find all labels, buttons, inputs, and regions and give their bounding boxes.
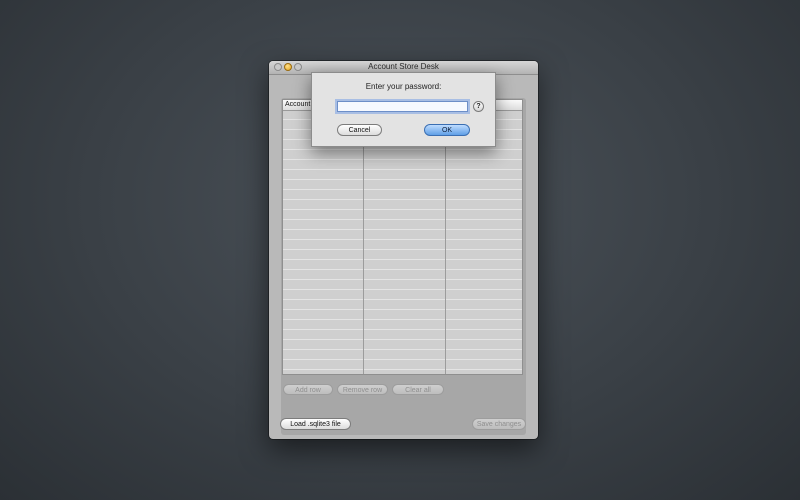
- password-field[interactable]: [337, 101, 468, 112]
- column-header-account[interactable]: Account: [285, 101, 310, 108]
- password-prompt: Enter your password:: [365, 82, 442, 91]
- window-title: Account Store Desk: [368, 62, 439, 71]
- add-row-button[interactable]: Add row: [283, 384, 333, 395]
- ok-button[interactable]: OK: [424, 124, 470, 136]
- password-sheet: Enter your password: ? Cancel OK: [311, 72, 496, 147]
- save-changes-button[interactable]: Save changes: [472, 418, 526, 430]
- help-icon[interactable]: ?: [473, 101, 484, 112]
- cancel-button[interactable]: Cancel: [337, 124, 382, 136]
- clear-all-button[interactable]: Clear all: [392, 384, 444, 395]
- load-sqlite-file-button[interactable]: Load .sqlite3 file: [280, 418, 351, 430]
- remove-row-button[interactable]: Remove row: [337, 384, 388, 395]
